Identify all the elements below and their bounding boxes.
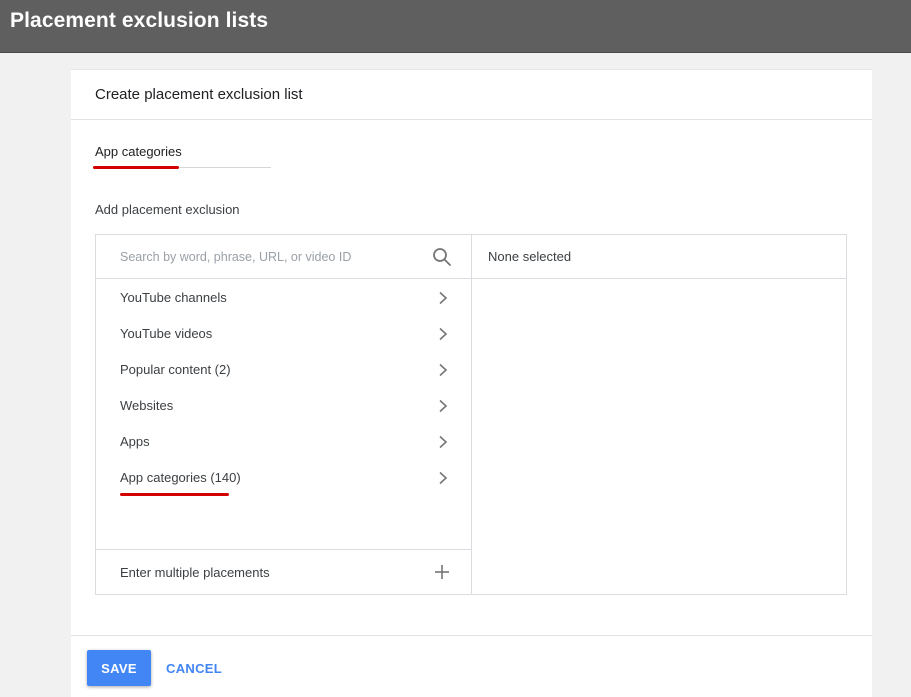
cancel-button[interactable]: CANCEL [159,650,229,686]
category-popular-content[interactable]: Popular content (2) [96,352,471,388]
category-label: YouTube videos [120,326,213,341]
card-title: Create placement exclusion list [95,86,303,103]
category-apps[interactable]: Apps [96,424,471,460]
selected-placements-pane: None selected [472,235,846,594]
add-placement-exclusion-label: Add placement exclusion [95,202,240,217]
enter-multiple-placements[interactable]: Enter multiple placements [96,549,471,594]
category-websites[interactable]: Websites [96,388,471,424]
chevron-right-icon [439,327,448,341]
top-bar: Placement exclusion lists [0,0,911,53]
chevron-right-icon [439,363,448,377]
placement-browse-pane: YouTube channels YouTube videos Popular … [96,235,472,594]
chevron-right-icon [439,399,448,413]
category-label: YouTube channels [120,290,227,305]
card-header: Create placement exclusion list [71,70,872,120]
selection-status: None selected [488,249,572,264]
chevron-right-icon [439,291,448,305]
highlight-underline-name [93,166,179,169]
footer-divider [71,635,872,636]
placement-selector: YouTube channels YouTube videos Popular … [95,234,847,595]
category-app-categories[interactable]: App categories (140) [96,460,471,496]
enter-multiple-placements-label: Enter multiple placements [120,565,270,580]
plus-icon[interactable] [434,564,450,580]
category-label: Websites [120,398,174,413]
chevron-right-icon [439,471,448,485]
list-name-field[interactable]: App categories [95,144,271,168]
selected-header: None selected [472,235,846,279]
chevron-right-icon [439,435,448,449]
list-name-value: App categories [95,144,182,159]
highlight-underline-app-categories [120,493,229,496]
category-label: App categories (140) [120,470,241,485]
search-row [96,235,471,279]
page-title: Placement exclusion lists [10,9,269,32]
category-label: Popular content (2) [120,362,231,377]
create-list-card: Create placement exclusion list App cate… [71,69,872,697]
category-youtube-channels[interactable]: YouTube channels [96,280,471,316]
search-input[interactable] [120,247,420,267]
search-icon[interactable] [432,247,452,267]
category-label: Apps [120,434,150,449]
category-youtube-videos[interactable]: YouTube videos [96,316,471,352]
save-button[interactable]: SAVE [87,650,151,686]
